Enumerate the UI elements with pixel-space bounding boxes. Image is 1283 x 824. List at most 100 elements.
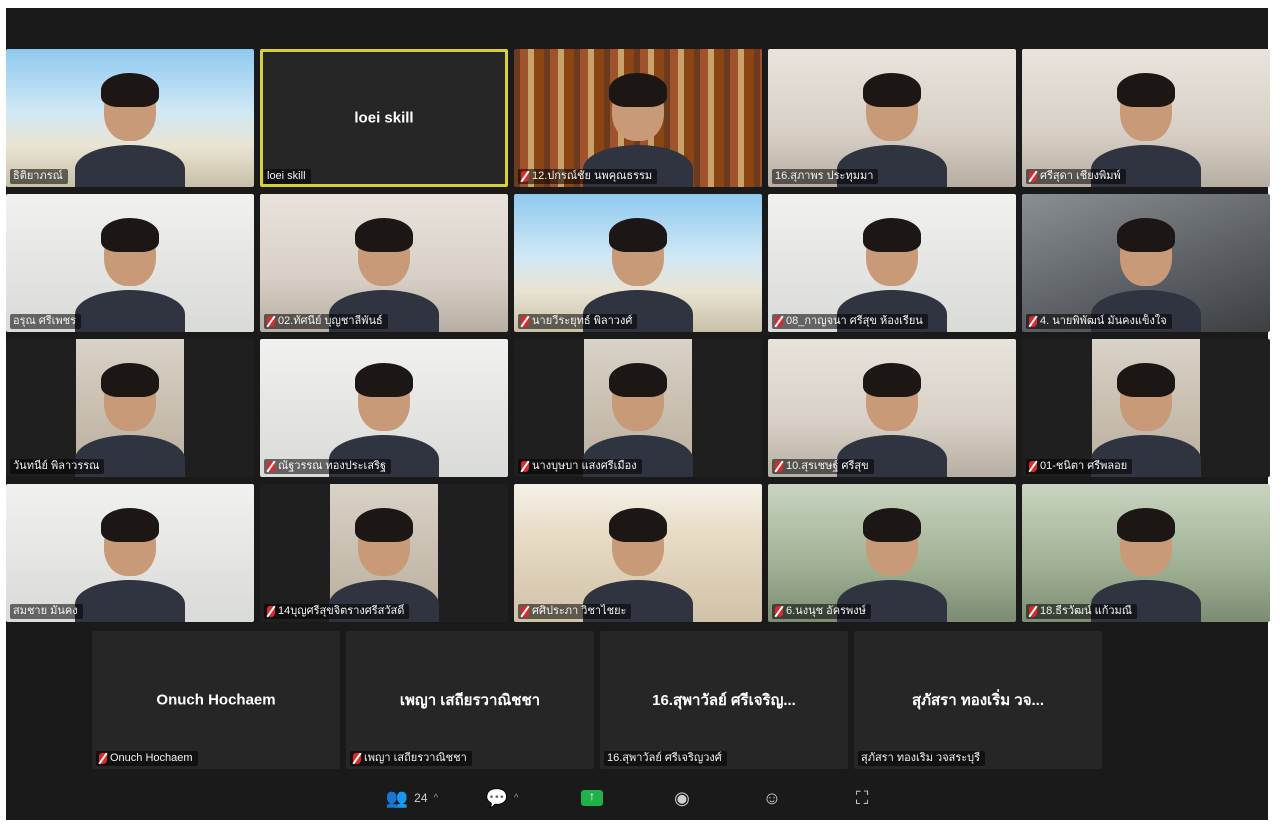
participants-count: 24 [414, 791, 428, 805]
participants-menu-caret[interactable]: ^ [434, 793, 439, 804]
reactions-icon: ☺ [762, 788, 782, 808]
participant-tile[interactable]: 4. นายพิพัฒน์ มั่นคงแข็งใจ [1022, 194, 1270, 332]
participant-tile[interactable]: 14บุญศรีสุขจิตรางศรีสวัสดิ์ [260, 484, 508, 622]
participants-button[interactable]: 👥 24 ^ [367, 780, 457, 816]
participant-name: นางบุษบา แสงศรีเมือง [532, 460, 637, 472]
mic-muted-icon [521, 461, 529, 472]
participant-tile[interactable]: นางบุษบา แสงศรีเมือง [514, 339, 762, 477]
participant-tile[interactable]: 18.ธีรวัฒน์ แก้วมณี [1022, 484, 1270, 622]
participant-name: 12.ปกรณ์ชัย นพคุณธรรม [532, 170, 653, 182]
participant-name: 10.สุรเชษฐ์ ศรีสุข [786, 460, 869, 472]
participant-name: 16.สุภาพร ประทุมมา [775, 170, 874, 182]
chat-button[interactable]: 💬 ^ [457, 780, 547, 816]
participant-tile[interactable]: ธิติยาภรณ์ [6, 49, 254, 187]
participant-display-name: สุภัสรา ทองเริ่ม วจ... [911, 692, 1045, 709]
fullscreen-icon: ⛶ [855, 788, 869, 808]
mic-muted-icon [99, 753, 107, 764]
participant-display-name: Onuch Hochaem [156, 691, 276, 709]
participant-tile[interactable]: ศศิประภา วิชาไชยะ [514, 484, 762, 622]
participant-name: 6.นงนุช อัครพงษ์ [786, 605, 866, 617]
participant-name: ศศิประภา วิชาไชยะ [532, 605, 627, 617]
mic-muted-icon [353, 753, 361, 764]
participant-tile[interactable]: 16.สุภาพร ประทุมมา [768, 49, 1016, 187]
participant-name-label: 08_กาญจนา ศรีสุข ห้องเรียน [772, 314, 928, 329]
participant-name: Onuch Hochaem [110, 752, 193, 764]
participant-tile[interactable]: อรุณ ศรีเพชร [6, 194, 254, 332]
participant-name-label: สุภัสรา ทองเริ่ม วจสระบุรี [858, 751, 986, 766]
record-icon: ◉ [674, 788, 690, 808]
participant-tile[interactable]: Onuch Hochaem Onuch Hochaem [92, 631, 340, 769]
participant-avatar [75, 508, 185, 622]
participant-tile[interactable]: 02.ทัศนีย์ บุญชาลีพันธ์ [260, 194, 508, 332]
participant-name-label: Onuch Hochaem [96, 751, 198, 766]
participant-name: ณัฐวรรณ ทองประเสริฐ [278, 460, 387, 472]
participant-name-label: ณัฐวรรณ ทองประเสริฐ [264, 459, 392, 474]
participant-name-label: 14บุญศรีสุขจิตรางศรีสวัสดิ์ [264, 604, 410, 619]
participant-name-label: 16.สุพาวัลย์ ศรีเจริญวงศ์ [604, 751, 727, 766]
meeting-window: ธิติยาภรณ์ loei skill loei skill 12.ปกรณ์ชั… [6, 8, 1270, 820]
mic-muted-icon [1029, 171, 1037, 182]
mic-muted-icon [1029, 606, 1037, 617]
chat-menu-caret[interactable]: ^ [514, 793, 519, 804]
participant-display-name: 16.สุพาวัลย์ ศรีเจริญ... [652, 692, 796, 709]
participant-tile[interactable]: ศรีสุดา เชียงพิมพ์ [1022, 49, 1270, 187]
meeting-toolbar: 👥 24 ^ 💬 ^ ◉ ☺ ⛶ [6, 776, 1268, 820]
participant-tile[interactable]: นายวีระยุทธ์ พิลาวงศ์ [514, 194, 762, 332]
participant-name-label: อรุณ ศรีเพชร [10, 314, 82, 329]
participant-name-label: สมชาย มั่นคง [10, 604, 83, 619]
mic-muted-icon [775, 606, 783, 617]
participant-tile[interactable]: เพญา เสถียรวาณิชชา เพญา เสถียรวาณิชชา [346, 631, 594, 769]
mic-muted-icon [1029, 461, 1037, 472]
participant-name: 18.ธีรวัฒน์ แก้วมณี [1040, 605, 1132, 617]
participant-display-name: loei skill [354, 109, 414, 127]
participant-name-label: ศศิประภา วิชาไชยะ [518, 604, 632, 619]
mic-muted-icon [521, 171, 529, 182]
participant-name: 01-ชนิตา ศรีพลอย [1040, 460, 1128, 472]
participant-name-label: 02.ทัศนีย์ บุญชาลีพันธ์ [264, 314, 388, 329]
mic-muted-icon [267, 461, 275, 472]
participant-name: 4. นายพิพัฒน์ มั่นคงแข็งใจ [1040, 315, 1167, 327]
participant-tile[interactable]: สมชาย มั่นคง [6, 484, 254, 622]
participant-tile[interactable]: 08_กาญจนา ศรีสุข ห้องเรียน [768, 194, 1016, 332]
mic-muted-icon [267, 316, 275, 327]
participant-name: สุภัสรา ทองเริ่ม วจสระบุรี [861, 752, 981, 764]
fullscreen-button[interactable]: ⛶ [817, 780, 907, 816]
mic-muted-icon [775, 316, 783, 327]
participant-tile[interactable]: 10.สุรเชษฐ์ ศรีสุข [768, 339, 1016, 477]
participant-tile[interactable]: 6.นงนุช อัครพงษ์ [768, 484, 1016, 622]
participant-avatar [75, 218, 185, 332]
participant-name: 02.ทัศนีย์ บุญชาลีพันธ์ [278, 315, 383, 327]
participant-name: วันทนีย์ พิลาวรรณ [13, 460, 100, 472]
participant-tile[interactable]: สุภัสรา ทองเริ่ม วจ... สุภัสรา ทองเริ่ม ว… [854, 631, 1102, 769]
participant-tile[interactable]: loei skill loei skill [260, 49, 508, 187]
participant-tile[interactable]: 01-ชนิตา ศรีพลอย [1022, 339, 1270, 477]
share-screen-icon [581, 789, 603, 806]
chat-icon: 💬 [485, 788, 508, 808]
reactions-button[interactable]: ☺ [727, 780, 817, 816]
mic-muted-icon [521, 316, 529, 327]
mic-muted-icon [267, 606, 275, 617]
participant-name-label: 01-ชนิตา ศรีพลอย [1026, 459, 1133, 474]
participant-tile[interactable]: 16.สุพาวัลย์ ศรีเจริญ... 16.สุพาวัลย์ ศรี… [600, 631, 848, 769]
mic-muted-icon [775, 461, 783, 472]
participant-name-label: นางบุษบา แสงศรีเมือง [518, 459, 642, 474]
participant-tile[interactable]: วันทนีย์ พิลาวรรณ [6, 339, 254, 477]
participant-tile[interactable]: ณัฐวรรณ ทองประเสริฐ [260, 339, 508, 477]
participant-name: อรุณ ศรีเพชร [13, 315, 77, 327]
participant-avatar [75, 73, 185, 187]
participant-name-label: 18.ธีรวัฒน์ แก้วมณี [1026, 604, 1137, 619]
share-screen-button[interactable] [547, 780, 637, 816]
participant-name-label: 4. นายพิพัฒน์ มั่นคงแข็งใจ [1026, 314, 1172, 329]
participant-name-label: เพญา เสถียรวาณิชชา [350, 751, 472, 766]
mic-muted-icon [521, 606, 529, 617]
participant-name: นายวีระยุทธ์ พิลาวงศ์ [532, 315, 633, 327]
participant-name-label: ธิติยาภรณ์ [10, 169, 68, 184]
participant-name-label: 10.สุรเชษฐ์ ศรีสุข [772, 459, 874, 474]
participant-name: ธิติยาภรณ์ [13, 170, 63, 182]
participant-name-label: loei skill [264, 169, 311, 184]
participant-tile[interactable]: 12.ปกรณ์ชัย นพคุณธรรม [514, 49, 762, 187]
participant-name: 08_กาญจนา ศรีสุข ห้องเรียน [786, 315, 923, 327]
record-button[interactable]: ◉ [637, 780, 727, 816]
participant-name-label: 16.สุภาพร ประทุมมา [772, 169, 879, 184]
participants-icon: 👥 [385, 788, 409, 808]
